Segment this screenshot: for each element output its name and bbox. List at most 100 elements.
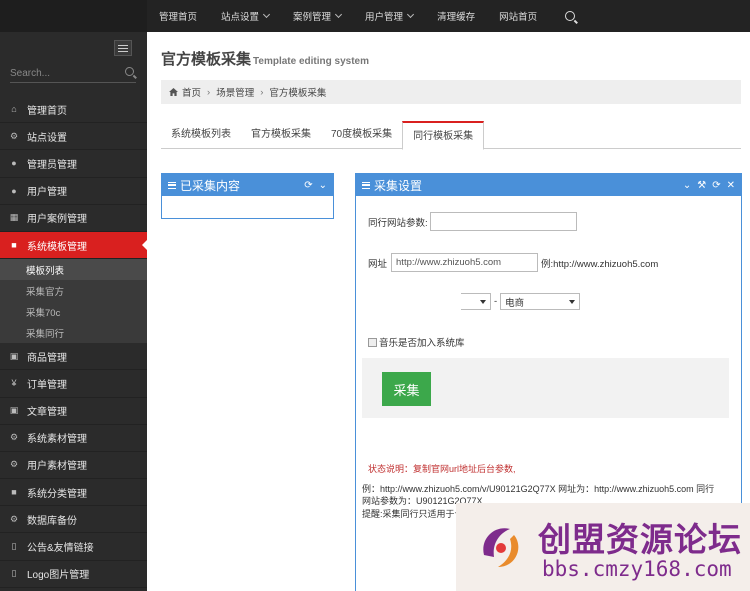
top-link-clear-cache[interactable]: 清理缓存 <box>437 9 475 23</box>
sidebar-item-label: 管理员管理 <box>27 159 77 171</box>
app-window: ⌂ 管理首页 ⚙ 站点设置 ● 管理员管理 ● 用户管理 ▦ 用户案例管理 ■ 系统模板管理… <box>0 0 750 591</box>
top-link-home[interactable]: 管理首页 <box>159 9 197 23</box>
sidebar-item-label: 用户管理 <box>27 187 67 199</box>
panel-title: 采集设置 <box>374 178 423 193</box>
category-select-secondary[interactable]: 电商 <box>500 293 581 310</box>
chevron-down-icon <box>262 10 271 19</box>
search-icon[interactable] <box>565 11 576 21</box>
sidebar-item-categories[interactable]: ■ 系统分类管理 <box>0 479 147 507</box>
url-label: 网址 <box>368 258 388 270</box>
chevron-down-icon[interactable]: ⌄ <box>319 180 327 191</box>
sidebar-nav: ⌂ 管理首页 ⚙ 站点设置 ● 管理员管理 ● 用户管理 ▦ 用户案例管理 ■ 系统模板管理… <box>0 96 147 588</box>
submenu-item-collect-official[interactable]: 采集官方 <box>0 280 147 301</box>
url-example: 例:http://www.zhizuoh5.com <box>541 258 659 270</box>
submenu-item-template-list[interactable]: 模板列表 <box>0 259 147 281</box>
page-title: 官方模板采集 Template editing system <box>161 48 369 69</box>
panel-title: 已采集内容 <box>180 178 241 193</box>
square-icon: ▣ <box>9 350 19 361</box>
sidebar-item-orders[interactable]: ¥ 订单管理 <box>0 370 147 398</box>
gears-icon: ⚙ <box>9 432 19 443</box>
sidebar-item-site-settings[interactable]: ⚙ 站点设置 <box>0 123 147 151</box>
sidebar-item-user-materials[interactable]: ⚙ 用户素材管理 <box>0 452 147 480</box>
sidebar-item-label: 文章管理 <box>27 407 67 419</box>
breadcrumb-separator: › <box>207 86 211 98</box>
sidebar-item-backup[interactable]: ⚙ 数据库备份 <box>0 506 147 534</box>
watermark-url: bbs.cmzy168.com <box>542 557 732 581</box>
sidebar-item-label: 商品管理 <box>27 352 67 364</box>
home-icon <box>169 88 178 96</box>
sidebar-item-label: 管理首页 <box>27 105 67 117</box>
sidebar-item-admins[interactable]: ● 管理员管理 <box>0 150 147 178</box>
sidebar-item-label: 系统分类管理 <box>27 488 87 500</box>
collect-button[interactable]: 采集 <box>382 372 431 406</box>
sidebar-item-templates[interactable]: ■ 系统模板管理 <box>0 231 147 260</box>
bookmark-icon: ▯ <box>11 541 17 552</box>
briefcase-icon: ■ <box>11 487 17 498</box>
chevron-down-icon[interactable]: ⌄ <box>683 180 691 191</box>
category-selected: 电商 <box>505 297 525 309</box>
top-link-site-settings[interactable]: 站点设置 <box>221 9 271 23</box>
category-row: - 电商 <box>368 293 581 310</box>
sidebar-item-articles[interactable]: ▣ 文章管理 <box>0 398 147 425</box>
top-navbar: 管理首页 站点设置 案例管理 用户管理 清理缓存 网站首页 <box>147 0 750 32</box>
submenu-item-collect-70c[interactable]: 采集70c <box>0 301 147 322</box>
sidebar-item-label: 站点设置 <box>27 132 67 144</box>
panel-header: 已采集内容 ⟳ ⌄ <box>162 174 333 196</box>
close-icon[interactable]: ✕ <box>727 180 735 191</box>
search-input[interactable] <box>10 65 120 81</box>
url-input[interactable] <box>391 253 539 272</box>
top-link-site-home[interactable]: 网站首页 <box>499 9 537 23</box>
top-link-cases[interactable]: 案例管理 <box>293 9 343 23</box>
sidebar-item-products[interactable]: ▣ 商品管理 <box>0 343 147 371</box>
category-dash: - <box>494 296 498 307</box>
top-link-users[interactable]: 用户管理 <box>365 9 415 23</box>
list-icon <box>362 181 370 189</box>
sidebar-submenu: 模板列表 采集官方 采集70c 采集同行 <box>0 259 147 344</box>
panel-actions: ⟳ ⌄ <box>304 180 333 191</box>
action-area: 采集 <box>362 358 729 418</box>
sidebar-item-label: 订单管理 <box>27 379 67 391</box>
chevron-down-icon <box>407 10 415 19</box>
wrench-icon[interactable]: ⚒ <box>697 180 706 191</box>
gears-icon: ⚙ <box>9 130 19 141</box>
category-select-primary[interactable] <box>461 293 491 310</box>
sidebar-item-label: 用户素材管理 <box>27 461 87 473</box>
music-label: 音乐是否加入系统库 <box>379 338 465 349</box>
sidebar-item-system-materials[interactable]: ⚙ 系统素材管理 <box>0 425 147 452</box>
breadcrumb-separator: › <box>260 86 264 98</box>
search-icon[interactable] <box>125 67 134 76</box>
submenu-item-collect-peer[interactable]: 采集同行 <box>0 322 147 343</box>
top-link-label: 站点设置 <box>221 12 260 23</box>
sidebar-item-users[interactable]: ● 用户管理 <box>0 178 147 205</box>
sidebar-item-label: 系统素材管理 <box>27 434 87 446</box>
sidebar-item-notices[interactable]: ▯ 公告&友情链接 <box>0 533 147 561</box>
watermark-title: 创盟资源论坛 <box>538 520 742 559</box>
breadcrumb: 首页 › 场景管理 › 官方模板采集 <box>161 80 741 104</box>
refresh-icon[interactable]: ⟳ <box>712 180 720 191</box>
tab-system-templates[interactable]: 系统模板列表 <box>161 121 241 149</box>
sidebar-item-logos[interactable]: ▯ Logo图片管理 <box>0 561 147 588</box>
gears-icon: ⚙ <box>9 513 19 524</box>
param-input[interactable] <box>429 212 577 231</box>
sidebar-item-user-cases[interactable]: ▦ 用户案例管理 <box>0 205 147 232</box>
sidebar-item-home[interactable]: ⌂ 管理首页 <box>0 96 147 124</box>
page-subtitle: Template editing system <box>253 56 369 67</box>
sidebar-search <box>10 65 136 83</box>
refresh-icon[interactable]: ⟳ <box>304 180 312 191</box>
table-icon: ▦ <box>9 212 19 223</box>
status-note: 状态说明：复制官网url地址后台参数, <box>368 464 516 474</box>
menu-toggle-icon[interactable] <box>114 40 132 56</box>
tab-70du-collect[interactable]: 70度模板采集 <box>321 121 402 149</box>
user-icon: ● <box>11 185 17 196</box>
breadcrumb-link-scenes[interactable]: 场景管理 <box>216 85 254 99</box>
tab-official-collect[interactable]: 官方模板采集 <box>241 121 321 149</box>
breadcrumb-link-home[interactable]: 首页 <box>182 85 201 99</box>
panel-actions: ⌄ ⚒ ⟳ ✕ <box>683 180 741 191</box>
bookmark-icon: ▯ <box>11 568 17 579</box>
caret-down-icon <box>480 299 486 304</box>
tab-peer-collect[interactable]: 同行模板采集 <box>402 121 485 150</box>
music-checkbox[interactable] <box>368 337 377 347</box>
home-icon: ⌂ <box>11 104 17 115</box>
top-link-label: 清理缓存 <box>437 12 476 23</box>
sidebar: ⌂ 管理首页 ⚙ 站点设置 ● 管理员管理 ● 用户管理 ▦ 用户案例管理 ■ 系统模板管理… <box>0 0 147 591</box>
